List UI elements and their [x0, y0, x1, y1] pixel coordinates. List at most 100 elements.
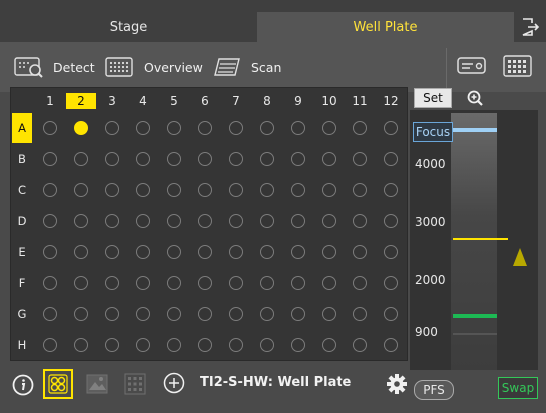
set-button[interactable]: Set	[414, 88, 452, 108]
well-E11[interactable]	[353, 245, 367, 259]
well-G8[interactable]	[260, 307, 274, 321]
well-H12[interactable]	[384, 338, 398, 352]
well-C1[interactable]	[43, 183, 57, 197]
column-header[interactable]: 2	[66, 93, 96, 109]
column-header[interactable]: 6	[190, 93, 220, 109]
well-D1[interactable]	[43, 214, 57, 228]
row-header[interactable]: E	[12, 237, 32, 267]
column-header[interactable]: 10	[314, 93, 344, 109]
row-header[interactable]: C	[12, 175, 32, 205]
well-F12[interactable]	[384, 276, 398, 290]
well-E9[interactable]	[291, 245, 305, 259]
well-C6[interactable]	[198, 183, 212, 197]
well-H2[interactable]	[74, 338, 88, 352]
well-A2[interactable]	[74, 121, 88, 135]
row-header[interactable]: B	[12, 144, 32, 174]
well-H3[interactable]	[105, 338, 119, 352]
well-D10[interactable]	[322, 214, 336, 228]
well-G12[interactable]	[384, 307, 398, 321]
detect-button[interactable]: Detect	[13, 52, 95, 82]
well-C3[interactable]	[105, 183, 119, 197]
well-C12[interactable]	[384, 183, 398, 197]
well-G9[interactable]	[291, 307, 305, 321]
well-H10[interactable]	[322, 338, 336, 352]
column-header[interactable]: 4	[128, 93, 158, 109]
well-F7[interactable]	[229, 276, 243, 290]
plate-view-button[interactable]	[43, 369, 73, 399]
well-H8[interactable]	[260, 338, 274, 352]
well-B3[interactable]	[105, 152, 119, 166]
well-D6[interactable]	[198, 214, 212, 228]
column-header[interactable]: 1	[35, 93, 65, 109]
well-D12[interactable]	[384, 214, 398, 228]
well-B4[interactable]	[136, 152, 150, 166]
well-E2[interactable]	[74, 245, 88, 259]
well-D3[interactable]	[105, 214, 119, 228]
well-A7[interactable]	[229, 121, 243, 135]
well-C7[interactable]	[229, 183, 243, 197]
row-header[interactable]: H	[12, 330, 32, 360]
row-header[interactable]: A	[12, 113, 32, 143]
row-header[interactable]: G	[12, 299, 32, 329]
well-E1[interactable]	[43, 245, 57, 259]
well-H5[interactable]	[167, 338, 181, 352]
well-F2[interactable]	[74, 276, 88, 290]
focus-scale[interactable]	[451, 113, 497, 370]
well-E10[interactable]	[322, 245, 336, 259]
column-header[interactable]: 11	[345, 93, 375, 109]
plate-holder-button[interactable]	[457, 55, 487, 80]
grid-view-button[interactable]	[124, 373, 146, 398]
well-G2[interactable]	[74, 307, 88, 321]
well-B1[interactable]	[43, 152, 57, 166]
well-E12[interactable]	[384, 245, 398, 259]
scan-button[interactable]: Scan	[211, 52, 281, 82]
well-G7[interactable]	[229, 307, 243, 321]
zoom-button[interactable]	[466, 89, 484, 110]
well-D8[interactable]	[260, 214, 274, 228]
well-A4[interactable]	[136, 121, 150, 135]
tab-stage[interactable]: Stage	[0, 12, 257, 42]
well-B10[interactable]	[322, 152, 336, 166]
well-E8[interactable]	[260, 245, 274, 259]
well-A12[interactable]	[384, 121, 398, 135]
well-A5[interactable]	[167, 121, 181, 135]
well-E4[interactable]	[136, 245, 150, 259]
well-H9[interactable]	[291, 338, 305, 352]
well-G1[interactable]	[43, 307, 57, 321]
well-F10[interactable]	[322, 276, 336, 290]
well-C11[interactable]	[353, 183, 367, 197]
row-header[interactable]: F	[12, 268, 32, 298]
well-C8[interactable]	[260, 183, 274, 197]
well-C9[interactable]	[291, 183, 305, 197]
well-B5[interactable]	[167, 152, 181, 166]
well-G6[interactable]	[198, 307, 212, 321]
well-A6[interactable]	[198, 121, 212, 135]
well-G3[interactable]	[105, 307, 119, 321]
row-header[interactable]: D	[12, 206, 32, 236]
settings-button[interactable]	[386, 373, 408, 398]
image-view-button[interactable]	[86, 373, 108, 398]
well-H6[interactable]	[198, 338, 212, 352]
well-F5[interactable]	[167, 276, 181, 290]
column-header[interactable]: 5	[159, 93, 189, 109]
well-F1[interactable]	[43, 276, 57, 290]
well-F6[interactable]	[198, 276, 212, 290]
well-D9[interactable]	[291, 214, 305, 228]
well-G5[interactable]	[167, 307, 181, 321]
column-header[interactable]: 9	[283, 93, 313, 109]
well-H1[interactable]	[43, 338, 57, 352]
well-D7[interactable]	[229, 214, 243, 228]
well-A3[interactable]	[105, 121, 119, 135]
well-B12[interactable]	[384, 152, 398, 166]
column-header[interactable]: 8	[252, 93, 282, 109]
exit-button[interactable]	[514, 12, 546, 42]
well-F11[interactable]	[353, 276, 367, 290]
well-C5[interactable]	[167, 183, 181, 197]
well-E7[interactable]	[229, 245, 243, 259]
well-A1[interactable]	[43, 121, 57, 135]
well-C10[interactable]	[322, 183, 336, 197]
well-G4[interactable]	[136, 307, 150, 321]
well-H7[interactable]	[229, 338, 243, 352]
well-D4[interactable]	[136, 214, 150, 228]
well-B8[interactable]	[260, 152, 274, 166]
